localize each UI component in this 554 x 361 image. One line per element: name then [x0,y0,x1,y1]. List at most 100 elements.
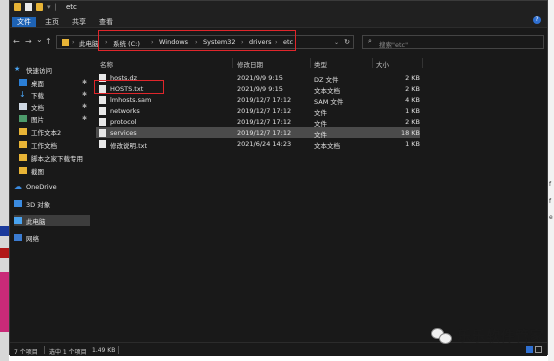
file-size: 18 KB [400,129,420,137]
column-header-type[interactable]: 类型 [314,59,327,69]
folder-icon [19,167,27,174]
file-modified: 2019/12/7 17:12 [237,107,292,115]
sidebar-item-screenshots[interactable]: 截图 [14,165,90,176]
address-dropdown-icon[interactable]: ⌄ [334,39,339,46]
sidebar-item-onedrive[interactable]: ☁ OneDrive [14,181,90,192]
sidebar-item-label: 截图 [31,167,44,176]
file-size: 2 KB [405,118,420,126]
search-icon: ⌕ [368,37,372,45]
back-arrow-icon[interactable]: ← [13,37,20,46]
file-size: 4 KB [405,96,420,104]
file-modified: 2021/6/24 14:23 [237,140,292,148]
sidebar-item-work-text-2[interactable]: 工作文本2 [14,126,90,137]
sidebar-item-work-docs[interactable]: 工作文档 [14,139,90,150]
sidebar-item-label: 下载 [31,91,44,100]
column-header-name[interactable]: 名称 [100,59,113,69]
sidebar-item-label: 快速访问 [26,66,52,75]
pin-icon[interactable]: ✱ [82,115,87,122]
sidebar-item-this-pc[interactable]: 此电脑 [14,215,90,226]
title-separator: | [54,3,57,11]
file-name: services [110,129,137,137]
sidebar-item-quick-access[interactable]: ★ 快速访问 [14,64,90,75]
column-divider[interactable] [232,58,233,68]
3d-objects-icon [14,200,22,207]
file-name: 修改说明.txt [110,142,148,150]
tab-share[interactable]: 共享 [67,17,91,27]
status-divider [118,346,119,354]
column-header-size[interactable]: 大小 [376,59,389,69]
file-modified: 2021/9/9 9:15 [237,74,283,82]
help-icon[interactable]: ? [533,16,541,24]
watermark: 乐乐软件管家 [431,326,544,346]
sidebar-item-label: 文档 [31,103,44,112]
sidebar-item-label: 工作文本2 [31,128,62,137]
sidebar-item-pictures[interactable]: 图片 ✱ [14,113,90,124]
background-text: f [549,198,552,205]
breadcrumb-this-pc[interactable]: 此电脑 [79,38,99,48]
pin-icon[interactable]: ✱ [82,91,87,98]
ribbon-tabs: 文件 主页 共享 查看 ? [10,15,547,28]
desktop-left-strip [0,0,9,361]
quick-access-toolbar: ▾ | [14,3,57,11]
file-type: 文本文档 [314,142,340,150]
tab-view[interactable]: 查看 [94,17,118,27]
tab-file[interactable]: 文件 [12,17,36,27]
pictures-icon [19,115,27,122]
sidebar-item-desktop[interactable]: 桌面 ✱ [14,77,90,88]
details-view-icon[interactable] [526,346,533,353]
folder-icon [19,154,27,161]
sidebar-item-label: 工作文档 [31,141,57,150]
selection-count: 选中 1 个项目 [49,349,87,356]
column-divider[interactable] [372,58,373,68]
refresh-icon[interactable]: ↻ [344,38,350,46]
breadcrumb-separator: › [72,38,75,46]
view-switcher [526,346,542,353]
column-divider[interactable] [310,58,311,68]
up-arrow-icon[interactable]: ↑ [45,37,52,46]
sidebar-item-label: 此电脑 [26,217,46,226]
recent-locations-icon[interactable]: ⌄ [36,35,43,44]
column-divider[interactable] [422,58,423,68]
desktop-icon-fragment [0,226,9,236]
folder-icon [19,128,27,135]
sidebar-item-label: 图片 [31,115,44,124]
pin-icon[interactable]: ✱ [82,103,87,110]
new-folder-icon[interactable] [36,3,43,11]
quick-access-dropdown[interactable]: ▾ [47,3,51,11]
background-document: f f e [548,0,554,361]
sidebar-item-network[interactable]: 网络 [14,232,90,243]
column-header-modified[interactable]: 修改日期 [237,59,263,69]
star-icon: ★ [14,65,21,73]
sidebar-item-3d-objects[interactable]: 3D 对象 [14,198,90,209]
file-icon [99,129,106,137]
file-highlight-box [94,80,164,94]
file-name: networks [110,107,140,115]
desktop-icon-fragment [0,248,9,258]
file-row-selected[interactable]: services 2019/12/7 17:12 文件 18 KB [96,127,420,139]
file-size: 2 KB [405,74,420,82]
file-row[interactable]: networks 2019/12/7 17:12 文件 1 KB [96,105,420,117]
search-box[interactable]: ⌕ 搜索"etc" [362,35,544,49]
sidebar-item-downloads[interactable]: ↓ 下载 ✱ [14,89,90,100]
desktop-icon [19,79,27,86]
file-name: protocol [110,118,137,126]
file-row[interactable]: lmhosts.sam 2019/12/7 17:12 SAM 文件 4 KB [96,94,420,106]
sidebar-item-script-downloads[interactable]: 脚本之家下载专用 [14,152,90,163]
forward-arrow-icon[interactable]: → [25,37,32,46]
file-name: lmhosts.sam [110,96,152,104]
background-text: e [549,214,553,221]
file-icon [99,107,106,115]
tab-home[interactable]: 主页 [40,17,64,27]
sidebar-item-documents[interactable]: 文档 ✱ [14,101,90,112]
navigation-pane: ★ 快速访问 桌面 ✱ ↓ 下载 ✱ 文档 ✱ 图片 ✱ 工作文本2 工作文档 … [10,57,90,342]
file-icon [99,118,106,126]
properties-icon[interactable] [25,3,32,11]
selection-size: 1.49 KB [92,347,116,354]
file-modified: 2021/9/9 9:15 [237,85,283,93]
pin-icon[interactable]: ✱ [82,79,87,86]
file-row[interactable]: 修改说明.txt 2021/6/24 14:23 文本文档 1 KB [96,138,420,150]
wechat-logo-icon [431,326,453,346]
large-icons-view-icon[interactable] [535,346,542,353]
title-bar: ▾ | etc [10,1,547,15]
file-row[interactable]: protocol 2019/12/7 17:12 文件 2 KB [96,116,420,128]
